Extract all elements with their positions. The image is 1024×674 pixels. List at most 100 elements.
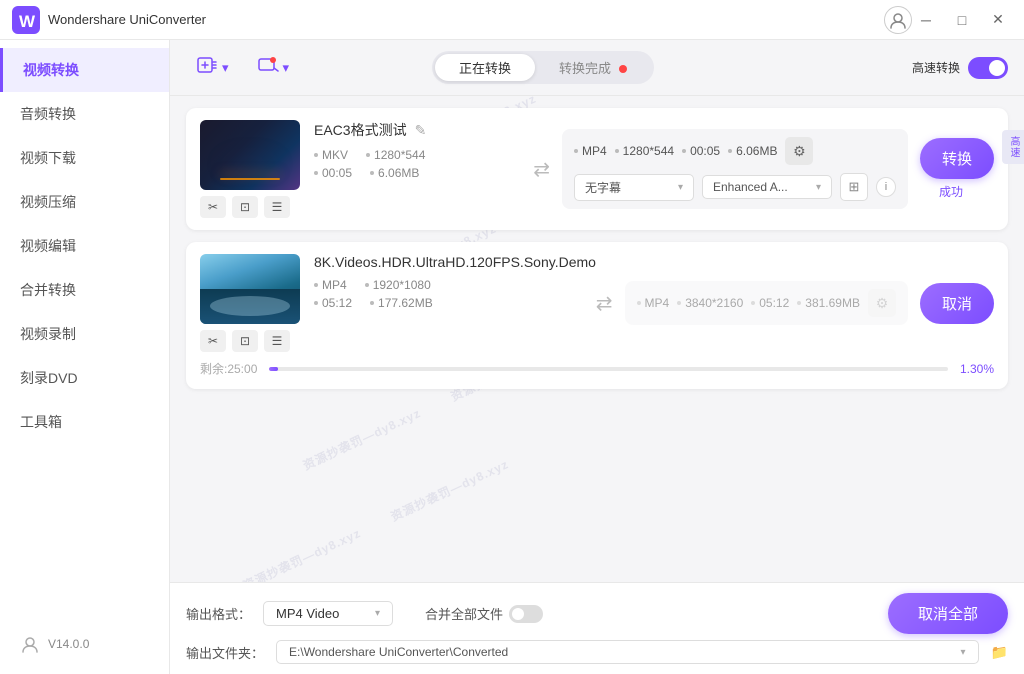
file-name-2: 8K.Videos.HDR.UltraHD.120FPS.Sony.Demo xyxy=(314,254,596,270)
info-btn-1[interactable]: i xyxy=(876,177,896,197)
sidebar-item-video-record[interactable]: 视频录制 xyxy=(0,312,169,356)
version-label: V14.0.0 xyxy=(48,637,89,651)
output-format-2: MP4 xyxy=(637,296,670,310)
svg-text:W: W xyxy=(19,12,36,31)
merge-label: 合并全部文件 xyxy=(425,604,503,623)
format-value: MP4 Video xyxy=(276,606,339,621)
convert-arrow-2: ⇄ xyxy=(584,254,625,352)
speed-badge: 高速 xyxy=(1002,130,1024,164)
file-thumbnail-1 xyxy=(200,120,300,190)
toolbar: ▾ ▾ 正在转换 转换完成 xyxy=(170,40,1024,96)
trim-button-2[interactable]: ✂ xyxy=(200,330,226,352)
format-chevron: ▾ xyxy=(375,608,380,619)
progress-row-2: 剩余:25:00 1.30% xyxy=(200,360,994,377)
path-chevron: ▾ xyxy=(961,647,966,658)
remaining-label-2: 剩余:25:00 xyxy=(200,360,257,377)
sidebar-item-merge-convert[interactable]: 合并转换 xyxy=(0,268,169,312)
tab-done[interactable]: 转换完成 xyxy=(535,54,651,81)
subtitle-select-1[interactable]: 无字幕 ▾ xyxy=(574,174,694,201)
file-list: 资源抄袭罚—dy8.xyz 资源抄袭罚—dy8.xyz 资源抄袭罚—dy8.xy… xyxy=(170,96,1024,582)
output-row-1: MP4 1280*544 00:05 6.06MB xyxy=(574,137,896,165)
output-settings-btn-1[interactable]: ⚙ xyxy=(785,137,813,165)
add-file-chevron: ▾ xyxy=(222,60,229,76)
sidebar-item-video-edit[interactable]: 视频编辑 xyxy=(0,224,169,268)
watermark-4: 资源抄袭罚—dy8.xyz 资源抄袭罚—dy8.xyz xyxy=(240,455,511,582)
file-meta-duration-2: 05:12 177.62MB xyxy=(314,296,584,310)
crop-button-2[interactable]: ⊡ xyxy=(232,330,258,352)
sidebar-bottom[interactable]: V14.0.0 xyxy=(0,622,169,666)
sidebar-item-video-convert[interactable]: 视频转换 xyxy=(0,48,169,92)
sidebar-item-video-compress[interactable]: 视频压缩 xyxy=(0,180,169,224)
speed-toggle[interactable] xyxy=(968,57,1008,79)
minimize-button[interactable]: ─ xyxy=(912,6,940,34)
file-name-row-1: EAC3格式测试 ✎ xyxy=(314,120,521,140)
file-name-row-2: 8K.Videos.HDR.UltraHD.120FPS.Sony.Demo xyxy=(314,254,584,270)
enhanced-select-1[interactable]: Enhanced A... ▾ xyxy=(702,175,832,199)
close-button[interactable]: ✕ xyxy=(984,6,1012,34)
cancel-all-button[interactable]: 取消全部 xyxy=(888,593,1008,634)
action-area-1: 转换 成功 xyxy=(908,120,994,218)
output-area-2: MP4 3840*2160 05:12 381.69MB xyxy=(625,254,908,352)
output-settings-1: MP4 1280*544 00:05 6.06MB xyxy=(562,129,908,209)
titlebar: W Wondershare UniConverter ─ □ ✕ xyxy=(0,0,1024,40)
source-size-1: 6.06MB xyxy=(370,166,419,180)
app-body: 视频转换 音频转换 视频下载 视频压缩 视频编辑 合并转换 视频录制 刻录DVD… xyxy=(0,40,1024,674)
progress-bar-2 xyxy=(269,367,948,371)
more-button-2[interactable]: ☰ xyxy=(264,330,290,352)
add-file-button[interactable]: ▾ xyxy=(186,48,239,87)
output-format-1: MP4 xyxy=(574,144,607,158)
output-resolution-2: 3840*2160 xyxy=(677,296,743,310)
subtitle-row-1: 无字幕 ▾ Enhanced A... ▾ ⊞ i xyxy=(574,173,896,201)
format-select[interactable]: MP4 Video ▾ xyxy=(263,601,393,626)
output-duration-1: 00:05 xyxy=(682,144,720,158)
file-info-2: 8K.Videos.HDR.UltraHD.120FPS.Sony.Demo M… xyxy=(314,254,584,352)
file-card-row-2: ✂ ⊡ ☰ 8K.Videos.HDR.UltraHD.120FPS.Sony.… xyxy=(200,254,994,352)
bottom-row-path: 输出文件夹： E:\Wondershare UniConverter\Conve… xyxy=(186,640,1008,664)
sidebar-item-video-download[interactable]: 视频下载 xyxy=(0,136,169,180)
speed-label: 高速转换 xyxy=(912,59,960,76)
file-card-1: ✂ ⊡ ☰ EAC3格式测试 ✎ MKV xyxy=(186,108,1008,230)
enhanced-chevron-1: ▾ xyxy=(816,182,821,193)
sidebar-item-toolbox[interactable]: 工具箱 xyxy=(0,400,169,444)
output-row-2: MP4 3840*2160 05:12 381.69MB xyxy=(637,289,896,317)
file-meta-2: MP4 1920*1080 xyxy=(314,278,584,292)
output-resolution-1: 1280*544 xyxy=(615,144,674,158)
output-settings-btn-2[interactable]: ⚙ xyxy=(868,289,896,317)
crop-button-1[interactable]: ⊡ xyxy=(232,196,258,218)
path-value: E:\Wondershare UniConverter\Converted xyxy=(289,645,508,659)
output-size-2: 381.69MB xyxy=(797,296,860,310)
convert-button-1[interactable]: 转换 xyxy=(920,138,994,179)
bottom-row-format: 输出格式： MP4 Video ▾ 合并全部文件 取消全部 xyxy=(186,593,1008,634)
source-resolution-2: 1920*1080 xyxy=(365,278,431,292)
edit-icon-1[interactable]: ✎ xyxy=(415,122,427,139)
more-button-1[interactable]: ☰ xyxy=(264,196,290,218)
screen-record-chevron: ▾ xyxy=(283,60,290,76)
tab-converting[interactable]: 正在转换 xyxy=(435,54,535,81)
sidebar-item-burn-dvd[interactable]: 刻录DVD xyxy=(0,356,169,400)
merge-toggle-area: 合并全部文件 xyxy=(425,604,543,623)
status-tabs: 正在转换 转换完成 xyxy=(432,51,654,84)
cancel-button-2[interactable]: 取消 xyxy=(920,283,994,324)
user-account-icon[interactable] xyxy=(884,6,912,34)
add-file-icon xyxy=(196,54,218,81)
output-settings-2: MP4 3840*2160 05:12 381.69MB xyxy=(625,281,908,325)
bottom-bar: 输出格式： MP4 Video ▾ 合并全部文件 取消全部 输出文件夹： E:\… xyxy=(170,582,1024,674)
window-controls: ─ □ ✕ xyxy=(912,6,1012,34)
progress-percent-2: 1.30% xyxy=(960,362,994,376)
sidebar-item-audio-convert[interactable]: 音频转换 xyxy=(0,92,169,136)
ai-enhance-btn-1[interactable]: ⊞ xyxy=(840,173,868,201)
source-duration-1: 00:05 xyxy=(314,166,352,180)
trim-button-1[interactable]: ✂ xyxy=(200,196,226,218)
file-info-1: EAC3格式测试 ✎ MKV 1280*544 xyxy=(314,120,521,218)
output-duration-2: 05:12 xyxy=(751,296,789,310)
output-path[interactable]: E:\Wondershare UniConverter\Converted ▾ xyxy=(276,640,979,664)
screen-record-button[interactable]: ▾ xyxy=(247,48,300,87)
folder-icon[interactable]: 📁 xyxy=(991,644,1008,661)
app-logo: W xyxy=(12,6,40,34)
convert-arrow-1: ⇄ xyxy=(521,120,562,218)
merge-toggle[interactable] xyxy=(509,605,543,623)
source-size-2: 177.62MB xyxy=(370,296,433,310)
maximize-button[interactable]: □ xyxy=(948,6,976,34)
file-card-2: ✂ ⊡ ☰ 8K.Videos.HDR.UltraHD.120FPS.Sony.… xyxy=(186,242,1008,389)
file-meta-1: MKV 1280*544 xyxy=(314,148,521,162)
